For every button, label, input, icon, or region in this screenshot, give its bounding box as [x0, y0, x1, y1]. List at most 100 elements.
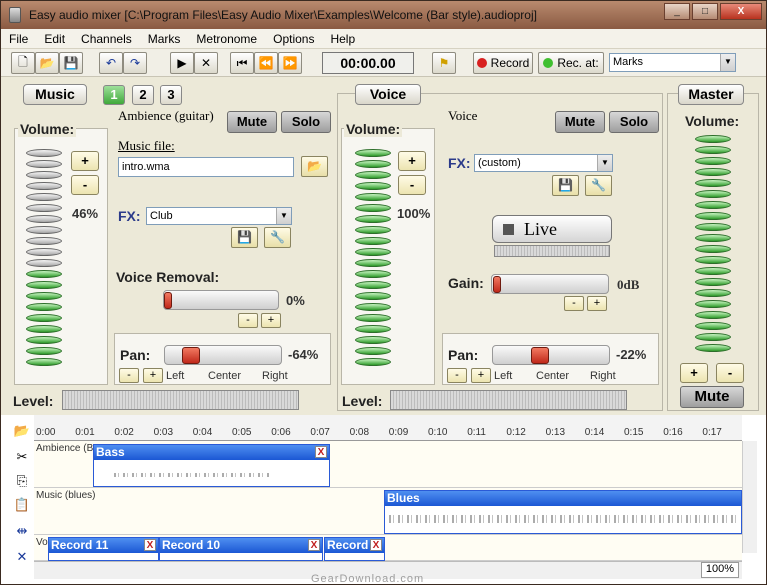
flag-icon[interactable]: ⚑	[432, 52, 456, 74]
menu-channels[interactable]: Channels	[73, 32, 140, 46]
volume-led	[695, 135, 731, 143]
voice-removal-plus-button[interactable]: +	[261, 313, 281, 328]
menu-metronome[interactable]: Metronome	[188, 32, 265, 46]
clip-record-11[interactable]: Record 11 X	[48, 537, 159, 561]
window-controls: _ □ X	[662, 3, 762, 20]
undo-icon[interactable]: ↶	[99, 52, 123, 74]
voice-level-meter	[390, 390, 627, 410]
music-solo-button[interactable]: Solo	[281, 111, 331, 133]
open-folder-icon[interactable]: 📂	[10, 421, 34, 441]
menu-help[interactable]: Help	[322, 32, 363, 46]
voice-fx-dropdown[interactable]: (custom) ▼	[474, 154, 613, 172]
copy-icon[interactable]: ⎘	[10, 471, 34, 491]
gain-slider-thumb[interactable]	[493, 276, 501, 293]
waveform	[389, 515, 737, 523]
live-input-meter	[494, 245, 610, 257]
clip-bass[interactable]: Bass X	[93, 444, 330, 487]
master-volume-meter[interactable]	[695, 135, 731, 355]
master-volume-plus-button[interactable]: +	[680, 363, 708, 383]
music-mute-button[interactable]: Mute	[227, 111, 277, 133]
music-volume-plus-button[interactable]: +	[71, 151, 99, 171]
time-ruler[interactable]: 0:00 0:01 0:02 0:03 0:04 0:05 0:06 0:07 0:08 0:09…	[34, 415, 742, 441]
voice-volume-meter[interactable]	[355, 149, 391, 369]
voice-removal-slider[interactable]	[163, 290, 279, 310]
redo-icon[interactable]: ↷	[123, 52, 147, 74]
music-pan-slider[interactable]	[164, 345, 282, 365]
clip-blues[interactable]: Blues	[384, 490, 742, 534]
close-button[interactable]: X	[720, 3, 762, 20]
music-file-input[interactable]: intro.wma	[118, 157, 294, 177]
play-icon[interactable]: ▶	[170, 52, 194, 74]
new-file-icon[interactable]: 🗋	[11, 52, 35, 74]
voice-pan-plus-button[interactable]: +	[471, 368, 491, 383]
voice-removal-slider-thumb[interactable]	[164, 292, 172, 309]
go-start-icon[interactable]: ⏮	[230, 52, 254, 74]
minimize-button[interactable]: _	[664, 3, 690, 20]
close-icon[interactable]: X	[144, 539, 156, 551]
cut-scissors-icon[interactable]: ✂	[10, 447, 34, 467]
zoom-level[interactable]: 100%	[701, 562, 739, 578]
music-volume-meter[interactable]	[26, 149, 62, 369]
maximize-button[interactable]: □	[692, 3, 718, 20]
fast-forward-icon[interactable]: ⏩	[278, 52, 302, 74]
timeline-vertical-scrollbar[interactable]	[742, 441, 757, 553]
gain-minus-button[interactable]: -	[564, 296, 584, 311]
close-icon[interactable]: X	[370, 539, 382, 551]
gain-value: 0dB	[617, 277, 640, 292]
voice-fx-settings-wrench-icon[interactable]: 🔧	[585, 175, 612, 196]
split-icon[interactable]: ⇹	[10, 521, 34, 541]
music-tab-2[interactable]: 2	[132, 85, 154, 105]
voice-pan-minus-button[interactable]: -	[447, 368, 467, 383]
music-fx-settings-wrench-icon[interactable]: 🔧	[264, 227, 291, 248]
clip-record-10[interactable]: Record 10 X	[159, 537, 323, 561]
clip-record[interactable]: Record X	[324, 537, 385, 561]
music-fx-dropdown[interactable]: Club ▼	[146, 207, 292, 225]
close-icon[interactable]: X	[315, 446, 327, 458]
voice-fx-save-icon[interactable]: 💾	[552, 175, 579, 196]
master-header-button[interactable]: Master	[678, 84, 744, 105]
menu-file[interactable]: File	[1, 32, 36, 46]
delete-x-icon[interactable]: ✕	[10, 547, 34, 567]
voice-pan-slider[interactable]	[492, 345, 610, 365]
voice-header-button[interactable]: Voice	[355, 84, 421, 105]
gain-slider[interactable]	[491, 274, 609, 294]
menu-edit[interactable]: Edit	[36, 32, 73, 46]
music-tab-1[interactable]: 1	[103, 85, 125, 105]
music-header-button[interactable]: Music	[23, 84, 87, 105]
voice-volume-plus-button[interactable]: +	[398, 151, 426, 171]
music-volume-minus-button[interactable]: -	[71, 175, 99, 195]
browse-folder-icon[interactable]: 📂	[301, 156, 328, 177]
rec-at-button[interactable]: Rec. at:	[538, 52, 604, 74]
paste-icon[interactable]: 📋	[10, 495, 34, 515]
gain-label: Gain:	[448, 275, 484, 291]
stop-icon[interactable]: ✕	[194, 52, 218, 74]
voice-mute-button[interactable]: Mute	[555, 111, 605, 133]
track-music-blues[interactable]: Music (blues) Blues	[34, 488, 742, 535]
voice-volume-minus-button[interactable]: -	[398, 175, 426, 195]
track-voice[interactable]: Vo Record 11 X Record 10 X Record X	[34, 535, 742, 561]
menu-marks[interactable]: Marks	[140, 32, 189, 46]
music-pan-slider-thumb[interactable]	[182, 347, 200, 364]
close-icon[interactable]: X	[308, 539, 320, 551]
music-tab-3[interactable]: 3	[160, 85, 182, 105]
master-mute-button[interactable]: Mute	[680, 386, 744, 408]
master-volume-minus-button[interactable]: -	[716, 363, 744, 383]
music-pan-plus-button[interactable]: +	[143, 368, 163, 383]
marks-dropdown[interactable]: Marks ▼	[609, 53, 736, 72]
voice-pan-slider-thumb[interactable]	[531, 347, 549, 364]
ruler-tick-label: 0:06	[271, 427, 291, 438]
record-button[interactable]: Record	[473, 52, 533, 74]
live-button[interactable]: Live	[492, 215, 612, 243]
voice-removal-minus-button[interactable]: -	[238, 313, 258, 328]
menu-options[interactable]: Options	[265, 32, 322, 46]
track-ambience[interactable]: Ambience (B Bass X	[34, 441, 742, 488]
gain-plus-button[interactable]: +	[587, 296, 607, 311]
rewind-icon[interactable]: ⏪	[254, 52, 278, 74]
save-icon[interactable]: 💾	[59, 52, 83, 74]
music-pan-minus-button[interactable]: -	[119, 368, 139, 383]
chevron-down-icon: ▼	[276, 208, 291, 224]
voice-solo-button[interactable]: Solo	[609, 111, 659, 133]
music-fx-save-icon[interactable]: 💾	[231, 227, 258, 248]
open-folder-icon[interactable]: 📂	[35, 52, 59, 74]
volume-led	[355, 292, 391, 300]
